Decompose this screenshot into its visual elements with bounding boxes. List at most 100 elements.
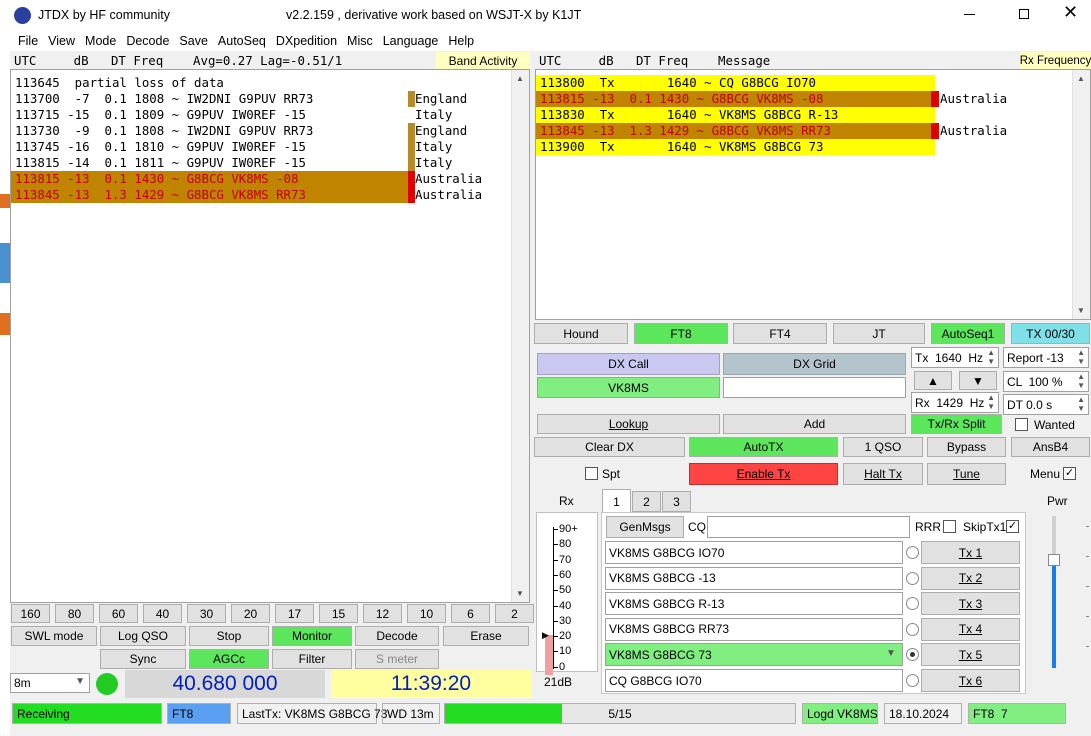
tx-2-button[interactable]: Tx 2 [921, 566, 1020, 590]
band-activity-row[interactable]: 113700 -7 0.1 1808 ~ IW2DNI G9PUV RR73 [15, 91, 313, 107]
tx-select-radio-6[interactable] [906, 674, 919, 687]
tx-message-field-3[interactable]: VK8MS G8BCG R-13 [605, 592, 903, 616]
rx-frequency-row[interactable]: 113830 Tx 1640 ~ VK8MS G8BCG R-13 [536, 107, 935, 123]
dt-spinbox[interactable]: DT 0.0 s ▲ ▼ [1003, 394, 1089, 415]
tx-select-radio-1[interactable] [906, 546, 919, 559]
menu-misc[interactable]: Misc [347, 34, 373, 48]
tx-5-button[interactable]: Tx 5 [921, 643, 1020, 667]
band-button-15[interactable]: 15 [319, 604, 358, 623]
ft8-button[interactable]: FT8 [634, 323, 728, 344]
erase-button[interactable]: Erase [443, 626, 529, 646]
cl-spinbox[interactable]: CL 100 % ▲ ▼ [1003, 371, 1089, 392]
minimize-icon[interactable] [964, 14, 975, 15]
menu-view[interactable]: View [48, 34, 75, 48]
tx-message-field-6[interactable]: CQ G8BCG IO70 [605, 669, 903, 692]
menu-mode[interactable]: Mode [85, 34, 116, 48]
cq-field[interactable] [707, 516, 910, 538]
swl-mode-button[interactable]: SWL mode [11, 626, 97, 646]
enable-tx-button[interactable]: Enable Tx [689, 463, 838, 485]
band-activity-row[interactable]: 113815 -14 0.1 1811 ~ G9PUV IW0REF -15 [15, 155, 306, 171]
filter-button[interactable]: Filter [272, 649, 352, 669]
tx-message-field-1[interactable]: VK8MS G8BCG IO70 [605, 541, 903, 564]
band-button-2[interactable]: 2 [495, 604, 534, 623]
menu-save[interactable]: Save [179, 34, 208, 48]
lookup-button[interactable]: Lookup [537, 414, 720, 434]
power-slider[interactable] [1048, 516, 1060, 668]
stop-button[interactable]: Stop [189, 626, 269, 646]
report-spinbox[interactable]: Report -13 ▲ ▼ [1003, 347, 1089, 368]
menu-file[interactable]: File [18, 34, 38, 48]
band-activity-row[interactable]: 113645 partial loss of data [15, 75, 224, 91]
maximize-icon[interactable] [1019, 9, 1029, 19]
add-button[interactable]: Add [723, 414, 906, 434]
rx-frequency-scrollbar[interactable]: ▲ ▼ [1072, 70, 1090, 319]
dx-call-field[interactable]: VK8MS [537, 377, 720, 398]
ansb4-button[interactable]: AnsB4 [1011, 437, 1090, 457]
close-icon[interactable]: ✕ [1063, 2, 1078, 23]
clear-dx-button[interactable]: Clear DX [534, 437, 685, 457]
rx-frequency-row[interactable]: 113845 -13 1.3 1429 ~ G8BCG VK8MS RR73 [536, 123, 935, 139]
tx-select-radio-2[interactable] [906, 571, 919, 585]
ft4-button[interactable]: FT4 [733, 323, 827, 344]
autotx-button[interactable]: AutoTX [689, 437, 838, 457]
tx-rx-split-button[interactable]: Tx/Rx Split [911, 414, 1002, 434]
rrr-checkbox[interactable] [943, 520, 956, 533]
skiptx1-checkbox[interactable]: ✓ [1006, 520, 1019, 533]
band-button-6[interactable]: 6 [451, 604, 490, 623]
band-button-60[interactable]: 60 [99, 604, 138, 623]
monitor-button[interactable]: Monitor [272, 626, 352, 646]
band-activity-row[interactable]: 113815 -13 0.1 1430 ~ G8BCG VK8MS -08 [11, 171, 412, 187]
freq-down-button[interactable]: ▼ [959, 371, 997, 390]
chevron-down-icon[interactable]: ▼ [886, 648, 896, 659]
tx-3-button[interactable]: Tx 3 [921, 592, 1020, 616]
band-activity-row[interactable]: 113745 -16 0.1 1810 ~ G9PUV IW0REF -15 [15, 139, 306, 155]
halt-tx-button[interactable]: Halt Tx [843, 463, 923, 485]
menu-dxpedition[interactable]: DXpedition [276, 34, 337, 48]
band-button-160[interactable]: 160 [11, 604, 50, 623]
band-button-10[interactable]: 10 [407, 604, 446, 623]
band-button-12[interactable]: 12 [363, 604, 402, 623]
wanted-checkbox[interactable] [1015, 418, 1028, 431]
band-activity-scrollbar[interactable]: ▲ ▼ [511, 70, 529, 602]
rx-hz-spinbox[interactable]: Rx 1429 Hz ▲ ▼ [911, 392, 999, 413]
tab-2[interactable]: 2 [632, 491, 661, 512]
tx-message-field-2[interactable]: VK8MS G8BCG -13 [605, 566, 903, 590]
menu-decode[interactable]: Decode [126, 34, 169, 48]
menu-autoseq[interactable]: AutoSeq [218, 34, 266, 48]
band-activity-row[interactable]: 113715 -15 0.1 1809 ~ G9PUV IW0REF -15 [15, 107, 306, 123]
bypass-button[interactable]: Bypass [927, 437, 1006, 457]
tx-hz-spinbox[interactable]: Tx 1640 Hz ▲ ▼ [911, 347, 999, 368]
menu-language[interactable]: Language [383, 34, 439, 48]
band-activity-list[interactable]: 113645 partial loss of data 113700 -7 0.1… [10, 69, 530, 603]
tx-1-button[interactable]: Tx 1 [921, 541, 1020, 564]
agcc-button[interactable]: AGCc [189, 649, 269, 669]
jt-button[interactable]: JT [833, 323, 925, 344]
hound-button[interactable]: Hound [534, 323, 628, 344]
tx-message-field-5[interactable]: VK8MS G8BCG 73 [605, 643, 903, 667]
band-button-30[interactable]: 30 [187, 604, 226, 623]
tune-button[interactable]: Tune [927, 463, 1006, 485]
band-select[interactable]: 8m ▼ [10, 673, 90, 693]
menu-checkbox[interactable]: ✓ [1063, 467, 1076, 480]
tx-message-field-4[interactable]: VK8MS G8BCG RR73 [605, 617, 903, 641]
tx-select-radio-4[interactable] [906, 622, 919, 636]
band-button-40[interactable]: 40 [143, 604, 182, 623]
band-button-20[interactable]: 20 [231, 604, 270, 623]
genmsgs-button[interactable]: GenMsgs [606, 516, 684, 538]
rx-frequency-row[interactable]: 113815 -13 0.1 1430 ~ G8BCG VK8MS -08 [536, 91, 935, 107]
decode-button[interactable]: Decode [355, 626, 439, 646]
menu-help[interactable]: Help [448, 34, 474, 48]
one-qso-button[interactable]: 1 QSO [843, 437, 923, 457]
band-activity-row[interactable]: 113845 -13 1.3 1429 ~ G8BCG VK8MS RR73 [11, 187, 412, 203]
dx-grid-field[interactable] [723, 377, 906, 398]
log-qso-button[interactable]: Log QSO [100, 626, 186, 646]
rx-frequency-list[interactable]: 113800 Tx 1640 ~ CQ G8BCG IO70 113815 -13… [535, 69, 1091, 320]
tx-period-button[interactable]: TX 00/30 [1011, 323, 1090, 344]
rx-frequency-row[interactable]: 113800 Tx 1640 ~ CQ G8BCG IO70 [536, 75, 935, 91]
tab-3[interactable]: 3 [662, 491, 691, 512]
spt-checkbox[interactable] [585, 467, 598, 480]
tx-4-button[interactable]: Tx 4 [921, 617, 1020, 641]
autoseq-button[interactable]: AutoSeq1 [931, 323, 1005, 344]
tab-1[interactable]: 1 [602, 489, 631, 513]
tx-6-button[interactable]: Tx 6 [921, 669, 1020, 692]
